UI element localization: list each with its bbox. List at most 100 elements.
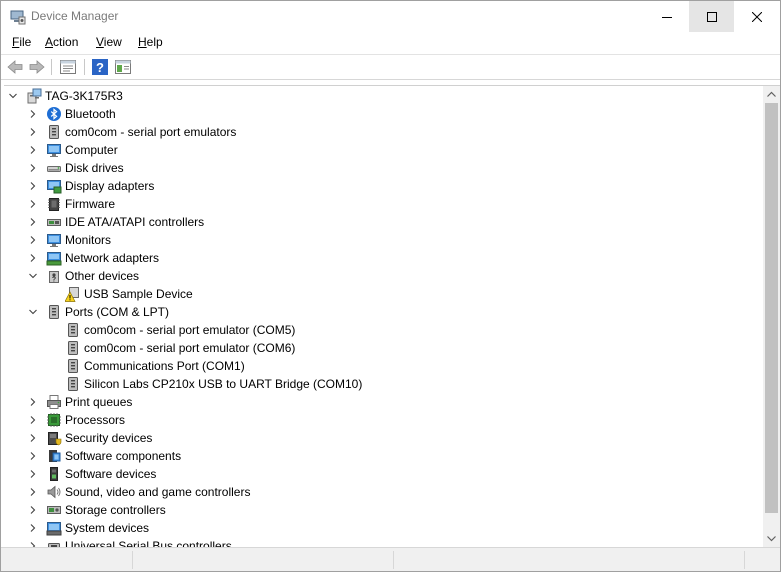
chevron-right-icon[interactable]: [29, 506, 37, 514]
network-adapter-icon: [46, 252, 62, 266]
tree-category-node[interactable]: Storage controllers: [4, 501, 764, 519]
tree-category-node-label: Display adapters: [65, 179, 155, 193]
tree-category-node-label: Monitors: [65, 233, 112, 247]
tree-category-node[interactable]: Software devices: [4, 465, 764, 483]
menu-help[interactable]: Help: [138, 35, 163, 49]
tree-category-node[interactable]: Software components: [4, 447, 764, 465]
toolbar-separator: [51, 59, 52, 75]
tree-device-node[interactable]: com0com - serial port emulator (COM6): [4, 339, 764, 357]
tree-category-node[interactable]: Network adapters: [4, 249, 764, 267]
bluetooth-icon: [47, 107, 61, 121]
tree-device-node-label: Communications Port (COM1): [84, 359, 245, 373]
status-cell: [1, 551, 133, 569]
title-bar[interactable]: Device Manager: [1, 1, 780, 32]
tree-category-node[interactable]: Sound, video and game controllers: [4, 483, 764, 501]
menu-action[interactable]: Action: [45, 35, 78, 49]
forward-icon[interactable]: [28, 58, 46, 76]
warning-device-icon: [65, 287, 79, 302]
menu-view[interactable]: View: [96, 35, 122, 49]
scrollbar-thumb[interactable]: [765, 103, 778, 513]
printer-icon: [47, 395, 61, 409]
chevron-down-icon[interactable]: [29, 272, 37, 280]
tree-device-node[interactable]: USB Sample Device: [4, 285, 764, 303]
tree-category-node[interactable]: System devices: [4, 519, 764, 537]
tree-device-node[interactable]: com0com - serial port emulator (COM5): [4, 321, 764, 339]
computer-root-icon: [27, 88, 42, 104]
properties-icon[interactable]: [59, 58, 77, 76]
chevron-right-icon[interactable]: [29, 146, 37, 154]
chevron-right-icon[interactable]: [29, 254, 37, 262]
chevron-right-icon[interactable]: [29, 218, 37, 226]
maximize-button[interactable]: [689, 1, 734, 32]
tree-category-node-label: IDE ATA/ATAPI controllers: [65, 215, 205, 229]
tree-category-node-label: Disk drives: [65, 161, 124, 175]
chevron-right-icon[interactable]: [29, 164, 37, 172]
back-icon[interactable]: [6, 58, 24, 76]
tree-category-node[interactable]: Ports (COM & LPT): [4, 303, 764, 321]
storage-controller-icon: [47, 506, 61, 514]
tree-category-node[interactable]: com0com - serial port emulators: [4, 123, 764, 141]
tree-root-node[interactable]: TAG-3K175R3: [4, 87, 764, 105]
chevron-right-icon[interactable]: [29, 452, 37, 460]
show-hide-pane-icon[interactable]: [114, 58, 132, 76]
menu-file[interactable]: File: [12, 35, 31, 49]
tree-category-node-label: System devices: [65, 521, 150, 535]
toolbar: ?: [1, 55, 780, 80]
tree-category-node[interactable]: Monitors: [4, 231, 764, 249]
chevron-right-icon[interactable]: [29, 128, 37, 136]
tree-category-node[interactable]: Computer: [4, 141, 764, 159]
svg-text:?: ?: [52, 277, 56, 284]
ide-controller-icon: [47, 219, 61, 226]
tree-category-node[interactable]: Print queues: [4, 393, 764, 411]
chevron-right-icon[interactable]: [29, 524, 37, 532]
tree-device-node-label: com0com - serial port emulator (COM6): [84, 341, 296, 355]
tree-category-node-label: Computer: [65, 143, 118, 157]
tree-root-node-label: TAG-3K175R3: [45, 89, 123, 103]
tree-category-node-label: Security devices: [65, 431, 153, 445]
device-manager-window: Device Manager File Action View Help ? T…: [0, 0, 781, 572]
tree-category-node[interactable]: IDE ATA/ATAPI controllers: [4, 213, 764, 231]
chevron-right-icon[interactable]: [29, 488, 37, 496]
chevron-down-icon[interactable]: [9, 92, 17, 100]
chevron-right-icon[interactable]: [29, 110, 37, 118]
display-adapter-icon: [47, 180, 62, 194]
status-bar: [1, 547, 780, 571]
port-icon: [49, 305, 59, 319]
chevron-right-icon[interactable]: [29, 200, 37, 208]
tree-device-node[interactable]: Communications Port (COM1): [4, 357, 764, 375]
tree-category-node-label: Ports (COM & LPT): [65, 305, 170, 319]
window-title: Device Manager: [31, 9, 119, 23]
firmware-icon: [48, 198, 60, 211]
tree-category-node[interactable]: ? Other devices: [4, 267, 764, 285]
tree-device-node-label: com0com - serial port emulator (COM5): [84, 323, 296, 337]
chevron-right-icon[interactable]: [29, 416, 37, 424]
chevron-down-icon[interactable]: [29, 308, 37, 316]
vertical-scrollbar[interactable]: [763, 86, 780, 547]
scroll-up-icon[interactable]: [767, 90, 776, 99]
minimize-icon: [661, 16, 672, 18]
tree-category-node[interactable]: Processors: [4, 411, 764, 429]
help-icon[interactable]: ?: [91, 58, 109, 76]
tree-category-node[interactable]: Disk drives: [4, 159, 764, 177]
tree-device-node-label: USB Sample Device: [84, 287, 193, 301]
tree-category-node[interactable]: Security devices: [4, 429, 764, 447]
security-device-icon: [48, 432, 62, 446]
chevron-right-icon[interactable]: [29, 470, 37, 478]
chevron-right-icon[interactable]: [29, 434, 37, 442]
chevron-right-icon[interactable]: [29, 236, 37, 244]
chevron-right-icon[interactable]: [29, 398, 37, 406]
computer-icon: [47, 144, 61, 157]
toolbar-separator: [84, 59, 85, 75]
tree-category-node[interactable]: Firmware: [4, 195, 764, 213]
minimize-button[interactable]: [644, 1, 689, 32]
tree-category-node[interactable]: Display adapters: [4, 177, 764, 195]
tree-category-node[interactable]: Bluetooth: [4, 105, 764, 123]
scroll-down-icon[interactable]: [767, 534, 776, 543]
tree-category-node-label: Bluetooth: [65, 107, 116, 121]
svg-text:?: ?: [96, 60, 104, 75]
tree-device-node[interactable]: Silicon Labs CP210x USB to UART Bridge (…: [4, 375, 764, 393]
close-button[interactable]: [734, 1, 779, 32]
processor-icon: [47, 413, 61, 427]
monitor-icon: [47, 234, 61, 247]
chevron-right-icon[interactable]: [29, 182, 37, 190]
